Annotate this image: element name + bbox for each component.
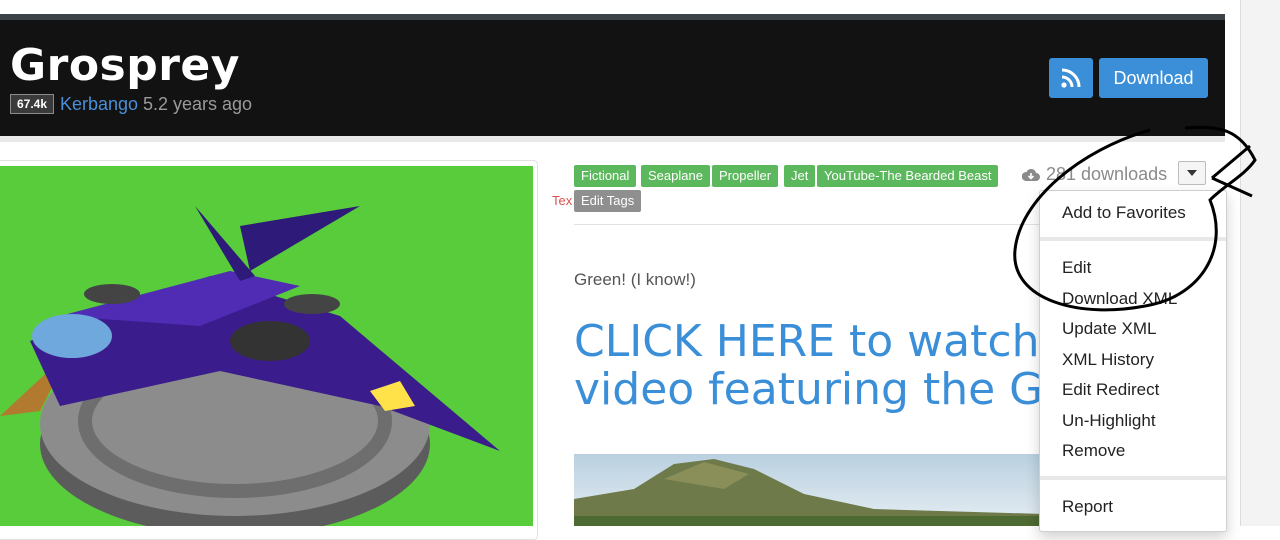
download-count-text: 281 downloads	[1046, 164, 1168, 184]
menu-report[interactable]: Report	[1062, 497, 1113, 517]
page-header: Grosprey 67.4k Kerbango 5.2 years ago Do…	[0, 14, 1225, 136]
views-badge: 67.4k	[10, 94, 55, 114]
menu-separator	[1040, 237, 1226, 241]
tag-seaplane[interactable]: Seaplane	[641, 165, 710, 187]
options-dropdown-button[interactable]	[1178, 161, 1206, 185]
landscape-screenshot	[574, 454, 1044, 526]
overlapped-red-text: Tex	[552, 193, 573, 208]
caret-down-icon	[1187, 170, 1197, 176]
menu-un-highlight[interactable]: Un-Highlight	[1062, 411, 1156, 431]
video-link[interactable]: CLICK HERE to watch Fran video featuring…	[574, 318, 1044, 428]
craft-image[interactable]	[0, 166, 533, 526]
video-link-line-1: CLICK HERE to watch Fran	[574, 318, 1044, 367]
rss-button[interactable]	[1049, 58, 1093, 98]
rss-icon	[1061, 68, 1081, 88]
tag-propeller[interactable]: Propeller	[712, 165, 779, 187]
top-strip	[0, 0, 1280, 14]
menu-update-xml[interactable]: Update XML	[1062, 319, 1157, 339]
tag-fictional[interactable]: Fictional	[574, 165, 637, 187]
download-count: 281 downloads	[1022, 164, 1167, 185]
edit-tags-button[interactable]: Edit Tags	[574, 190, 642, 212]
tag-jet[interactable]: Jet	[784, 165, 816, 187]
cloud-download-icon	[1022, 168, 1040, 181]
menu-download-xml[interactable]: Download XML	[1062, 289, 1177, 309]
menu-xml-history[interactable]: XML History	[1062, 350, 1154, 370]
menu-edit-redirect[interactable]: Edit Redirect	[1062, 380, 1159, 400]
options-dropdown-menu: Add to Favorites Edit Download XML Updat…	[1039, 190, 1227, 532]
landscape-render	[574, 459, 1044, 526]
video-link-line-2: video featuring the Grospr	[574, 364, 1044, 415]
header-bottom-bar	[0, 136, 1225, 142]
menu-add-to-favorites[interactable]: Add to Favorites	[1062, 203, 1186, 223]
menu-edit[interactable]: Edit	[1062, 258, 1091, 278]
tag-youtube-bearded-beast[interactable]: YouTube-The Bearded Beast	[817, 165, 999, 187]
download-button[interactable]: Download	[1099, 58, 1208, 98]
right-gutter	[1240, 0, 1280, 526]
menu-separator	[1040, 476, 1226, 480]
craft-title: Grosprey	[10, 40, 240, 91]
author-link[interactable]: Kerbango	[60, 94, 138, 115]
menu-remove[interactable]: Remove	[1062, 441, 1125, 461]
upload-age: 5.2 years ago	[143, 94, 253, 114]
craft-render	[0, 206, 500, 526]
description-text: Green! (I know!)	[574, 270, 696, 289]
